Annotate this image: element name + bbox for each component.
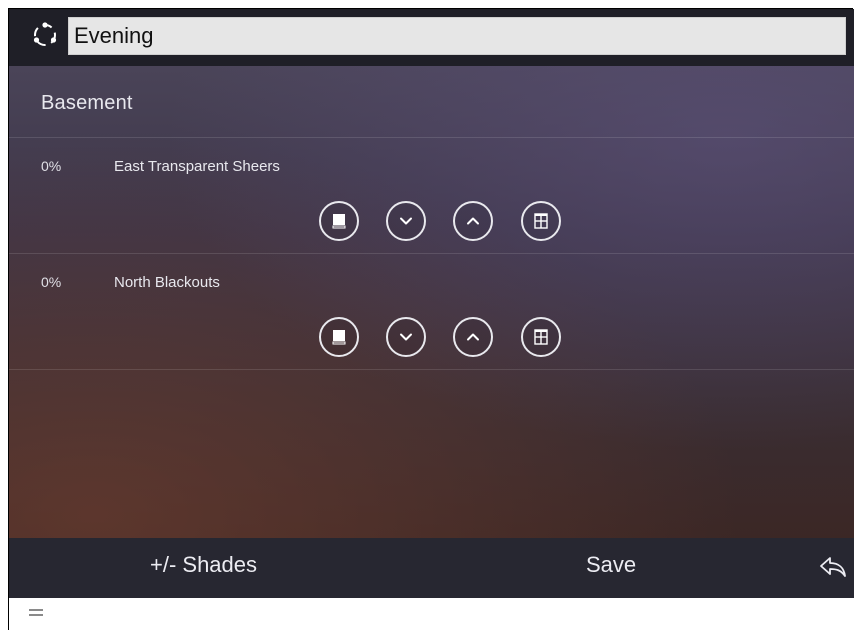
app-window: Basement 0% East Transparent Sheers [8, 8, 854, 631]
shade-raise-button[interactable] [453, 317, 493, 357]
hamburger-icon[interactable] [29, 609, 43, 619]
shade-raise-button[interactable] [453, 201, 493, 241]
shade-open-icon [534, 329, 548, 345]
shade-lower-button[interactable] [386, 317, 426, 357]
shade-name: East Transparent Sheers [114, 158, 280, 175]
scene-name-input[interactable] [68, 17, 846, 55]
shade-close-button[interactable] [319, 317, 359, 357]
shade-close-button[interactable] [319, 201, 359, 241]
chevron-up-icon [467, 333, 479, 341]
chevron-down-icon [400, 333, 412, 341]
shade-row: 0% East Transparent Sheers [9, 138, 854, 254]
shade-closed-icon [332, 330, 346, 345]
shade-open-icon [534, 213, 548, 229]
shade-lower-button[interactable] [386, 201, 426, 241]
shade-open-button[interactable] [521, 317, 561, 357]
shade-closed-icon [332, 214, 346, 229]
chevron-up-icon [467, 217, 479, 225]
bottom-bar: +/- Shades Save [9, 538, 854, 598]
shade-percent: 0% [41, 274, 62, 290]
room-title: Basement [41, 92, 133, 114]
title-bar [9, 9, 854, 66]
scene-circle-icon [33, 22, 57, 46]
save-button[interactable]: Save [586, 552, 636, 578]
room-panel: Basement 0% East Transparent Sheers 0% N… [9, 66, 854, 538]
divider [9, 369, 854, 370]
reply-back-icon[interactable] [819, 555, 847, 579]
shade-row: 0% North Blackouts [9, 254, 854, 370]
chevron-down-icon [400, 217, 412, 225]
shade-open-button[interactable] [521, 201, 561, 241]
shade-name: North Blackouts [114, 274, 220, 291]
status-bar [9, 598, 854, 631]
shades-add-remove-button[interactable]: +/- Shades [150, 552, 257, 578]
shade-percent: 0% [41, 158, 62, 174]
